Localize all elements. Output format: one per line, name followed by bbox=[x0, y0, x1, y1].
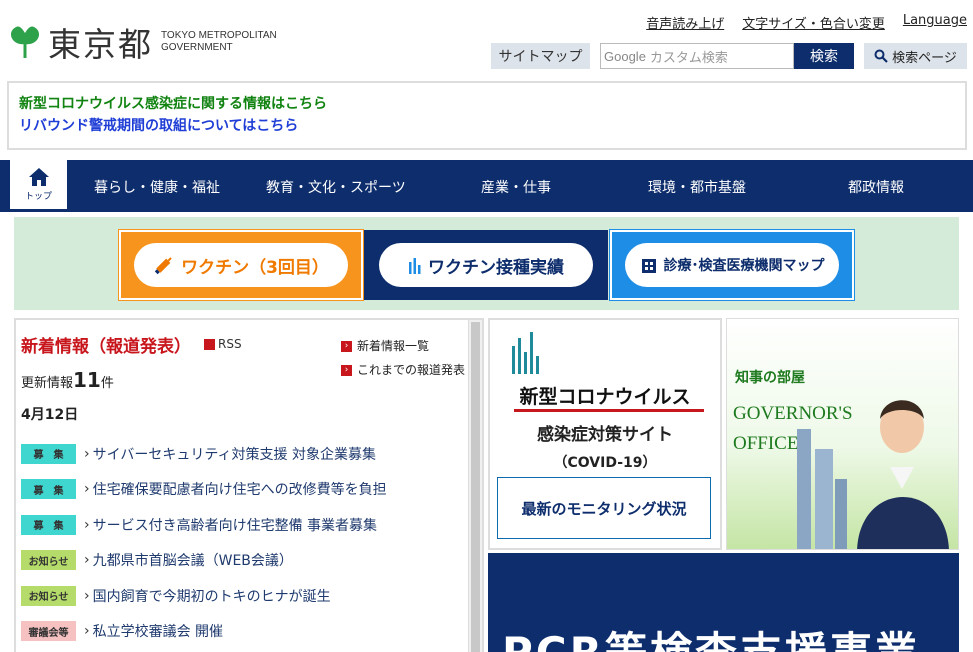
update-count-suffix: 件 bbox=[100, 376, 114, 391]
list-item[interactable]: お知らせ › 国内飼育で今期初のトキのヒナが誕生 bbox=[21, 578, 466, 614]
logo-text: 東京都 bbox=[48, 25, 153, 64]
category-badge: 募 集 bbox=[21, 514, 76, 535]
scroll-thumb[interactable] bbox=[471, 322, 480, 652]
category-badge: 審議会等 bbox=[21, 621, 76, 642]
covid-title-3: （COVID-19） bbox=[553, 455, 657, 471]
nav-home-label: トップ bbox=[24, 192, 52, 202]
category-badge: お知らせ bbox=[21, 550, 76, 571]
nav-home[interactable]: トップ bbox=[10, 160, 67, 212]
bar-chart-icon bbox=[512, 332, 539, 374]
chevron-right-icon: › bbox=[84, 445, 90, 462]
update-count-prefix: 更新情報 bbox=[21, 376, 74, 391]
news-list-link[interactable]: › 新着情報一覧 bbox=[341, 334, 465, 358]
news-list-label: 新着情報一覧 bbox=[357, 339, 430, 353]
past-press-label: これまでの報道発表 bbox=[357, 363, 466, 377]
covid-title-2: 感染症対策サイト bbox=[537, 425, 673, 445]
nav-government-info[interactable]: 都政情報 bbox=[848, 177, 904, 197]
magnifier-icon bbox=[874, 49, 888, 63]
news-item-text: 住宅確保要配慮者向け住宅への改修費等を負担 bbox=[92, 482, 387, 499]
governor-office-banner[interactable]: 知事の部屋 GOVERNOR'S OFFICE bbox=[726, 318, 959, 550]
news-item-text: 九都県市首脳会議（WEB会議） bbox=[92, 553, 293, 570]
news-item-text: サービス付き高齢者向け住宅整備 事業者募集 bbox=[92, 517, 378, 534]
category-badge: 募 集 bbox=[21, 479, 76, 500]
covid-title-underline bbox=[514, 409, 704, 412]
syringe-icon bbox=[154, 257, 172, 275]
link-text-size-color[interactable]: 文字サイズ・色合い変更 bbox=[742, 13, 885, 32]
rss-icon bbox=[204, 338, 215, 350]
chevron-right-icon: › bbox=[84, 481, 90, 498]
main-navigation: トップ 暮らし・健康・福祉 教育・文化・スポーツ 産業・仕事 環境・都市基盤 都… bbox=[0, 160, 973, 212]
news-side-links: › 新着情報一覧 › これまでの報道発表 bbox=[341, 334, 465, 382]
nav-living-health[interactable]: 暮らし・健康・福祉 bbox=[94, 177, 220, 197]
news-list: 募 集 › サイバーセキュリティ対策支援 対象企業募集 募 集 › 住宅確保要配慮者向け… bbox=[21, 436, 466, 649]
logo-sub-line1: TOKYO METROPOLITAN bbox=[161, 30, 277, 41]
covid-title-1: 新型コロナウイルス bbox=[519, 386, 691, 408]
search-page-button[interactable]: 検索ページ bbox=[864, 43, 967, 69]
news-panel: 新着情報（報道発表） RSS › 新着情報一覧 › これまでの報道発表 更新情報11… bbox=[14, 318, 484, 652]
rebound-measures-link[interactable]: リバウンド警戒期間の取組についてはこちら bbox=[19, 115, 955, 137]
governor-jp-title: 知事の部屋 bbox=[735, 370, 805, 386]
ginkgo-logo-icon bbox=[8, 24, 42, 60]
pcr-support-banner[interactable]: PCR等検査支援事業 bbox=[488, 553, 959, 652]
news-scrollbar[interactable] bbox=[468, 320, 482, 652]
nav-environment[interactable]: 環境・都市基盤 bbox=[648, 177, 746, 197]
news-item-text: 国内飼育で今期初のトキのヒナが誕生 bbox=[92, 588, 331, 605]
chevron-right-icon: › bbox=[84, 552, 90, 569]
list-item[interactable]: 審議会等 › 私立学校審議会 開催 bbox=[21, 614, 466, 650]
list-item[interactable]: お知らせ › 九都県市首脳会議（WEB会議） bbox=[21, 543, 466, 579]
past-press-link[interactable]: › これまでの報道発表 bbox=[341, 358, 465, 382]
banner-vaccination-results-label: ワクチン接種実績 bbox=[428, 257, 564, 278]
category-badge: お知らせ bbox=[21, 585, 76, 606]
banner-vaccine-3rd[interactable]: ワクチン（3回目） bbox=[118, 229, 364, 301]
search-input[interactable]: Google カスタム検索 bbox=[600, 43, 794, 69]
banner-clinic-map-label: 診療･検査医療機関マップ bbox=[663, 258, 825, 274]
covid-site-banner[interactable]: 新型コロナウイルス 感染症対策サイト （COVID-19） 最新のモニタリング状… bbox=[488, 318, 722, 550]
top-links: 音声読み上げ 文字サイズ・色合い変更 Language bbox=[646, 13, 967, 32]
covid-alert-box: 新型コロナウイルス感染症に関する情報はこちら リバウンド警戒期間の取組については… bbox=[7, 81, 967, 150]
news-date: 4月12日 bbox=[21, 407, 79, 423]
monitoring-link[interactable]: 最新のモニタリング状況 bbox=[497, 477, 711, 539]
logo-sub-line2: GOVERNMENT bbox=[161, 42, 233, 53]
pcr-banner-text: PCR等検査支援事業 bbox=[502, 619, 920, 652]
rss-label: RSS bbox=[218, 337, 242, 351]
banner-strip: ワクチン（3回目） ワクチン接種実績 診療･検査医療機関マップ bbox=[14, 217, 959, 310]
category-badge: 募 集 bbox=[21, 443, 76, 464]
search-page-label: 検索ページ bbox=[892, 50, 957, 66]
tokyo-logo[interactable]: 東京都 TOKYO METROPOLITAN GOVERNMENT bbox=[8, 18, 277, 66]
sitemap-button[interactable]: サイトマップ bbox=[491, 43, 590, 69]
list-item[interactable]: 募 集 › 住宅確保要配慮者向け住宅への改修費等を負担 bbox=[21, 472, 466, 508]
banner-vaccination-results[interactable]: ワクチン接種実績 bbox=[364, 230, 608, 300]
list-item[interactable]: 募 集 › サービス付き高齢者向け住宅整備 事業者募集 bbox=[21, 507, 466, 543]
hospital-icon bbox=[641, 259, 656, 273]
logo-subtitle: TOKYO METROPOLITAN GOVERNMENT bbox=[161, 30, 277, 54]
search-placeholder: カスタム検索 bbox=[649, 50, 728, 66]
google-brand: Google bbox=[604, 48, 646, 64]
update-count: 更新情報11件 bbox=[21, 368, 114, 392]
news-item-text: 私立学校審議会 開催 bbox=[92, 624, 224, 641]
chevron-right-icon: › bbox=[84, 587, 90, 604]
utility-bar: サイトマップ Google カスタム検索 検索 検索ページ bbox=[491, 43, 967, 69]
chevron-right-icon: › bbox=[341, 340, 352, 352]
search-button[interactable]: 検索 bbox=[794, 43, 854, 69]
rss-link[interactable]: RSS bbox=[204, 337, 242, 351]
chevron-right-icon: › bbox=[84, 516, 90, 533]
chevron-right-icon: › bbox=[341, 364, 352, 376]
list-item[interactable]: 募 集 › サイバーセキュリティ対策支援 対象企業募集 bbox=[21, 436, 466, 472]
nav-industry-work[interactable]: 産業・仕事 bbox=[481, 177, 551, 197]
link-voice-reading[interactable]: 音声読み上げ bbox=[646, 13, 724, 32]
home-icon bbox=[28, 168, 49, 186]
news-item-text: サイバーセキュリティ対策支援 対象企業募集 bbox=[92, 446, 376, 463]
banner-vaccine-3rd-label: ワクチン（3回目） bbox=[181, 257, 329, 278]
news-title: 新着情報（報道発表） bbox=[21, 337, 191, 357]
nav-education-culture[interactable]: 教育・文化・スポーツ bbox=[266, 177, 406, 197]
covid-info-link[interactable]: 新型コロナウイルス感染症に関する情報はこちら bbox=[19, 93, 955, 115]
bar-chart-icon bbox=[409, 258, 421, 274]
chevron-right-icon: › bbox=[84, 623, 90, 640]
banner-clinic-map[interactable]: 診療･検査医療機関マップ bbox=[609, 229, 855, 301]
update-count-value: 11 bbox=[73, 368, 101, 392]
link-language[interactable]: Language bbox=[903, 13, 967, 32]
governor-photo bbox=[797, 400, 949, 549]
